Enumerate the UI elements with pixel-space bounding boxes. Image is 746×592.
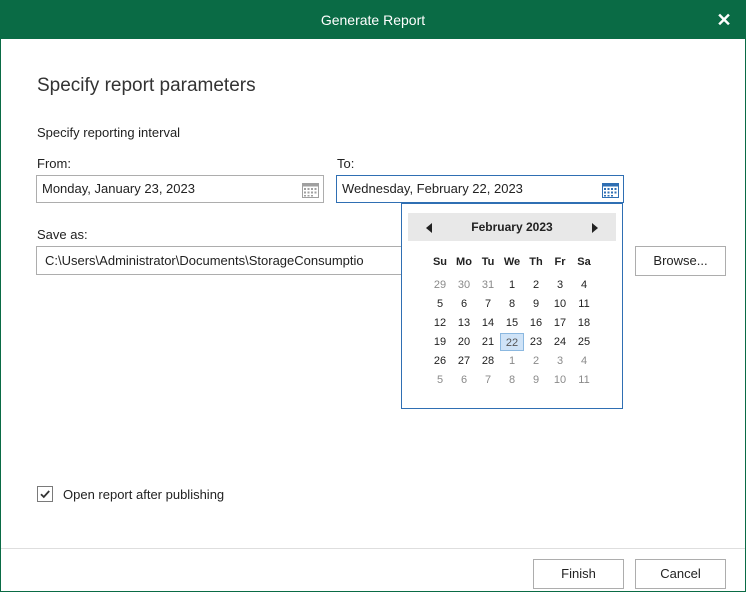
calendar-day[interactable]: 5 bbox=[428, 371, 452, 389]
weekday-label: Tu bbox=[481, 256, 495, 268]
calendar-week-row: 29 30 31 1 2 3 4 bbox=[428, 276, 600, 295]
calendar-day[interactable]: 16 bbox=[524, 314, 548, 332]
interval-label: Specify reporting interval bbox=[37, 125, 181, 140]
finish-button[interactable]: Finish bbox=[533, 559, 624, 589]
weekday-label: Mo bbox=[456, 256, 472, 268]
calendar-day[interactable]: 2 bbox=[524, 276, 548, 294]
calendar-day[interactable]: 6 bbox=[452, 295, 476, 313]
calendar-day[interactable]: 17 bbox=[548, 314, 572, 332]
calendar-grid: 29 30 31 1 2 3 4 5 6 7 8 9 10 11 12 13 14 15 16 17 18 19 20 21 2… bbox=[428, 276, 600, 390]
from-date-value: Monday, January 23, 2023 bbox=[42, 181, 195, 196]
page-heading: Specify report parameters bbox=[37, 75, 256, 96]
dialog-title: Generate Report bbox=[320, 12, 426, 28]
calendar-day[interactable]: 10 bbox=[548, 295, 572, 313]
close-icon[interactable]: ✕ bbox=[709, 5, 739, 35]
weekday-label: Th bbox=[529, 256, 543, 268]
cancel-button[interactable]: Cancel bbox=[635, 559, 726, 589]
calendar-day[interactable]: 25 bbox=[572, 333, 596, 351]
calendar-day[interactable]: 20 bbox=[452, 333, 476, 351]
browse-button[interactable]: Browse... bbox=[635, 246, 726, 276]
calendar-day[interactable]: 12 bbox=[428, 314, 452, 332]
from-date-field[interactable]: Monday, January 23, 2023 bbox=[36, 175, 324, 203]
weekday-header: Su Mo Tu We Th Fr Sa bbox=[428, 253, 600, 271]
weekday-label: Sa bbox=[577, 256, 591, 268]
title-bar: Generate Report ✕ bbox=[1, 1, 745, 39]
weekday-label: Fr bbox=[554, 256, 566, 268]
calendar-week-row: 26 27 28 1 2 3 4 bbox=[428, 352, 600, 371]
calendar-day[interactable]: 19 bbox=[428, 333, 452, 351]
calendar-day[interactable]: 15 bbox=[500, 314, 524, 332]
to-label: To: bbox=[337, 156, 355, 171]
from-label: From: bbox=[37, 156, 71, 171]
calendar-week-row: 5 6 7 8 9 10 11 bbox=[428, 371, 600, 390]
to-date-value: Wednesday, February 22, 2023 bbox=[342, 181, 523, 196]
calendar-day[interactable]: 13 bbox=[452, 314, 476, 332]
calendar-day[interactable]: 7 bbox=[476, 295, 500, 313]
calendar-day[interactable]: 14 bbox=[476, 314, 500, 332]
calendar-day[interactable]: 31 bbox=[476, 276, 500, 294]
weekday-label: Su bbox=[432, 256, 448, 268]
save-as-path: C:\Users\Administrator\Documents\Storage… bbox=[45, 253, 364, 268]
calendar-day[interactable]: 2 bbox=[524, 352, 548, 370]
calendar-day[interactable]: 8 bbox=[500, 295, 524, 313]
calendar-day[interactable]: 11 bbox=[572, 371, 596, 389]
calendar-day[interactable]: 28 bbox=[476, 352, 500, 370]
calendar-day[interactable]: 21 bbox=[476, 333, 500, 351]
triangle-left-icon[interactable] bbox=[424, 221, 434, 233]
calendar-week-row: 19 20 21 22 23 24 25 bbox=[428, 333, 600, 352]
calendar-day[interactable]: 6 bbox=[452, 371, 476, 389]
calendar-day[interactable]: 3 bbox=[548, 276, 572, 294]
save-as-field[interactable]: C:\Users\Administrator\Documents\Storage… bbox=[36, 246, 404, 275]
calendar-day[interactable]: 26 bbox=[428, 352, 452, 370]
to-date-field[interactable]: Wednesday, February 22, 2023 bbox=[336, 175, 624, 203]
calendar-header: February 2023 bbox=[408, 213, 616, 241]
calendar-day[interactable]: 10 bbox=[548, 371, 572, 389]
calendar-day[interactable]: 18 bbox=[572, 314, 596, 332]
save-as-label: Save as: bbox=[37, 227, 88, 242]
calendar-day[interactable]: 7 bbox=[476, 371, 500, 389]
calendar-day[interactable]: 8 bbox=[500, 371, 524, 389]
calendar-day[interactable]: 23 bbox=[524, 333, 548, 351]
checkmark-icon bbox=[40, 490, 50, 499]
calendar-day[interactable]: 3 bbox=[548, 352, 572, 370]
calendar-day[interactable]: 9 bbox=[524, 371, 548, 389]
calendar-day[interactable]: 4 bbox=[572, 352, 596, 370]
calendar-day[interactable]: 1 bbox=[500, 352, 524, 370]
weekday-label: We bbox=[503, 256, 521, 268]
calendar-day[interactable]: 9 bbox=[524, 295, 548, 313]
calendar-day[interactable]: 1 bbox=[500, 276, 524, 294]
calendar-day[interactable]: 4 bbox=[572, 276, 596, 294]
calendar-month-label[interactable]: February 2023 bbox=[438, 213, 586, 241]
calendar-day[interactable]: 5 bbox=[428, 295, 452, 313]
calendar-day-selected[interactable]: 22 bbox=[500, 333, 524, 351]
calendar-icon[interactable] bbox=[302, 181, 319, 198]
calendar-day[interactable]: 27 bbox=[452, 352, 476, 370]
footer-divider bbox=[1, 548, 745, 549]
calendar-day[interactable]: 29 bbox=[428, 276, 452, 294]
open-report-label: Open report after publishing bbox=[63, 487, 225, 502]
calendar-day[interactable]: 24 bbox=[548, 333, 572, 351]
generate-report-dialog: Generate Report ✕ Specify report paramet… bbox=[0, 0, 746, 592]
open-report-checkbox[interactable] bbox=[37, 486, 53, 502]
calendar-week-row: 12 13 14 15 16 17 18 bbox=[428, 314, 600, 333]
date-picker-popup: February 2023 Su Mo Tu We Th Fr Sa 29 30 31 1 2 3 4 5… bbox=[401, 203, 623, 409]
calendar-week-row: 5 6 7 8 9 10 11 bbox=[428, 295, 600, 314]
calendar-day[interactable]: 30 bbox=[452, 276, 476, 294]
triangle-right-icon[interactable] bbox=[590, 221, 600, 233]
calendar-icon[interactable] bbox=[602, 181, 619, 198]
calendar-day[interactable]: 11 bbox=[572, 295, 596, 313]
